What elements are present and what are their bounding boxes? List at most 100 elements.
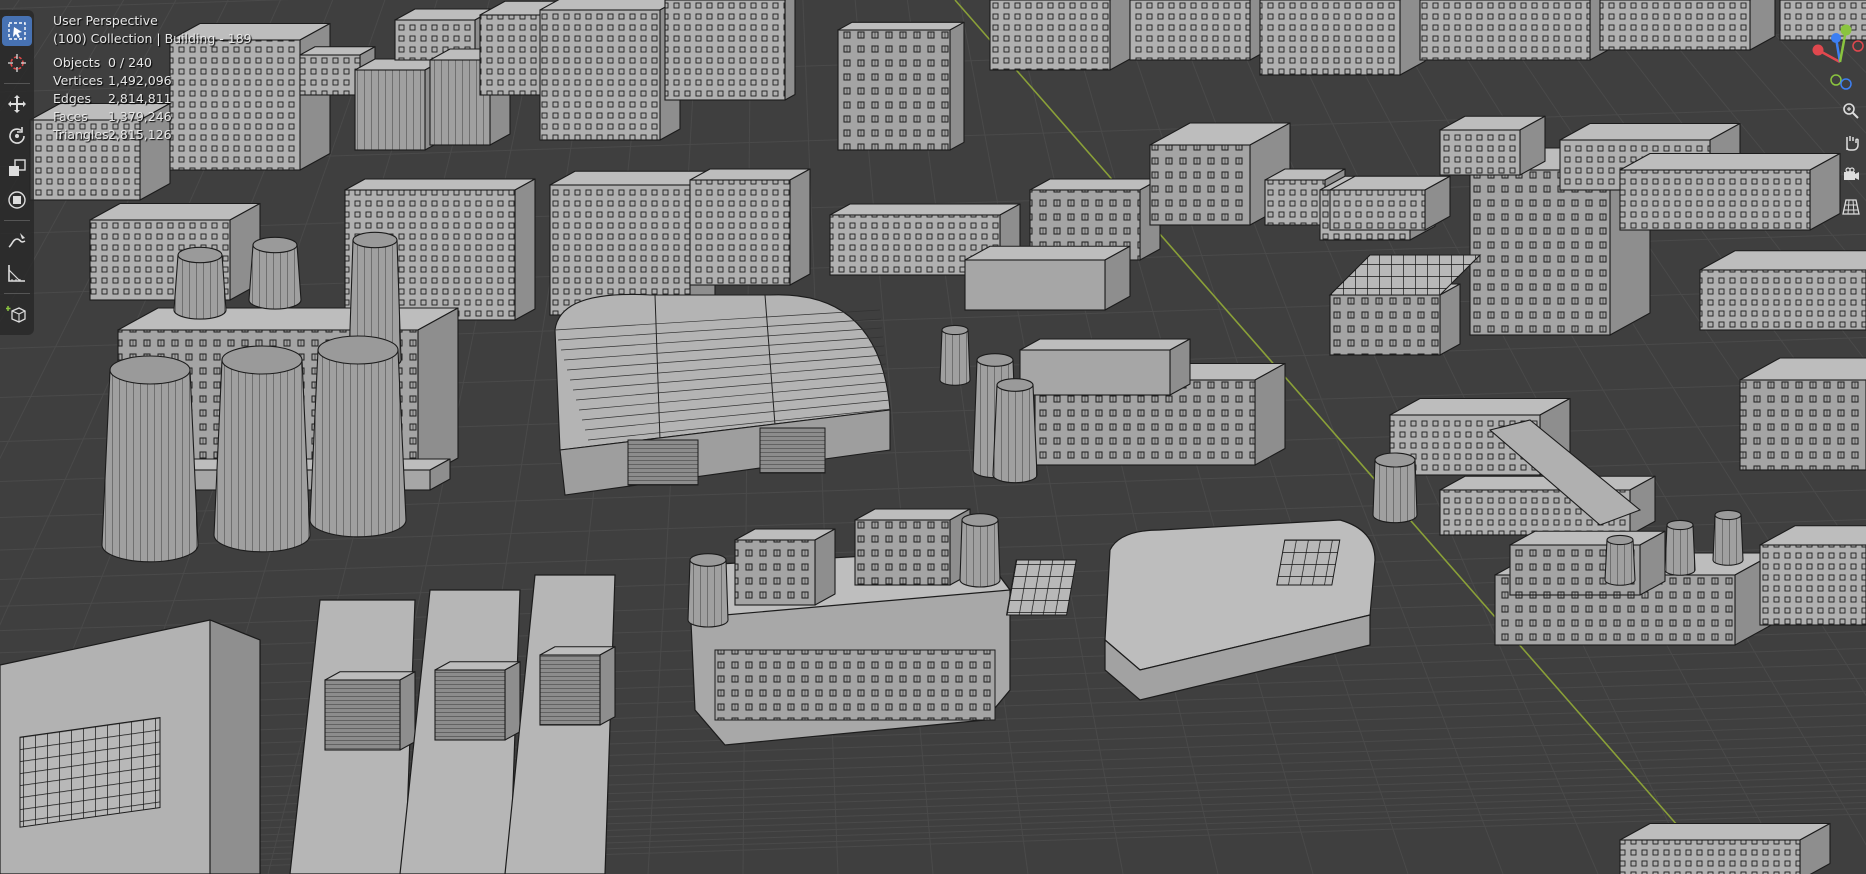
front-wall	[1619, 169, 1811, 231]
roof	[1619, 822, 1831, 841]
stack-body	[309, 349, 407, 538]
roof	[539, 0, 680, 11]
cursor-tool[interactable]	[2, 48, 32, 78]
edge-building	[1759, 525, 1866, 626]
scale-tool[interactable]	[2, 153, 32, 183]
zoom-button[interactable]	[1838, 98, 1864, 124]
stat-label: Objects	[53, 55, 101, 70]
chimney-stack	[1372, 452, 1418, 524]
navigation-gizmo[interactable]	[1806, 20, 1866, 90]
roof	[1739, 357, 1866, 381]
stack-body	[213, 359, 311, 553]
camera-view-button[interactable]	[1838, 162, 1864, 188]
front-wall	[734, 539, 816, 606]
side-wall	[504, 661, 521, 741]
grid-line	[0, 775, 1866, 837]
grid-line	[0, 813, 1866, 874]
viewport-info-overlay: User Perspective (100) Collection | Buil…	[53, 12, 252, 144]
scale-icon	[9, 159, 26, 176]
side-wall	[1439, 283, 1461, 356]
annotate-tool[interactable]	[2, 226, 32, 256]
grid-line	[0, 724, 1866, 786]
stat-label: Edges	[53, 91, 91, 106]
stack-body	[1604, 539, 1636, 586]
y-axis-handle[interactable]	[1840, 24, 1852, 36]
front-wall	[1759, 544, 1866, 626]
front-wall	[964, 259, 1106, 311]
grid-line	[0, 752, 1866, 814]
viewport-nav-controls	[1836, 92, 1866, 226]
front-wall	[1149, 144, 1251, 226]
stack-top	[961, 513, 999, 527]
viewport-scene[interactable]	[0, 0, 1866, 874]
stat-value: 1,492,096	[108, 73, 172, 88]
front-wall	[1259, 0, 1401, 76]
side-wall	[399, 671, 416, 751]
octagon-tower	[837, 21, 965, 151]
measure-tool[interactable]	[2, 258, 32, 288]
bg-building	[1129, 0, 1271, 61]
neg-z-axis-handle[interactable]	[1840, 78, 1852, 90]
move-icon	[8, 95, 26, 113]
roof	[117, 307, 459, 331]
transform-tool[interactable]	[2, 185, 32, 215]
camera-icon	[1844, 167, 1859, 180]
side-wall	[1109, 0, 1131, 71]
add-cube-tool[interactable]	[2, 299, 32, 329]
bg-building	[1419, 0, 1616, 61]
grid-line	[0, 744, 1866, 806]
buildings-layer	[0, 0, 1866, 874]
z-axis-handle[interactable]	[1831, 33, 1841, 43]
grid-line	[0, 760, 1866, 822]
cursor-icon	[8, 54, 26, 72]
stack-body	[959, 519, 1001, 588]
warehouse-side	[209, 619, 261, 874]
stat-value: 1,379,246	[108, 109, 172, 124]
roof	[344, 178, 536, 191]
side-wall	[949, 21, 965, 151]
stack-top	[996, 378, 1034, 392]
3d-viewport[interactable]: User Perspective (100) Collection | Buil…	[0, 0, 1866, 874]
side-wall	[599, 646, 616, 726]
bg-building	[539, 0, 681, 141]
roof	[1619, 152, 1841, 171]
pan-button[interactable]	[1838, 130, 1864, 156]
roof	[1699, 250, 1866, 271]
grid-line	[0, 801, 1866, 863]
select-box-tool[interactable]	[2, 16, 32, 46]
front-wall	[1739, 379, 1866, 471]
bg-building	[664, 0, 796, 101]
x-axis-handle[interactable]	[1812, 44, 1824, 56]
neg-x-axis-handle[interactable]	[1852, 40, 1864, 52]
side-wall	[299, 22, 331, 171]
roof	[829, 203, 1021, 216]
chimney-stack	[1712, 509, 1744, 566]
side-wall	[417, 307, 459, 481]
hangar-door	[627, 439, 699, 486]
bg-building	[1259, 0, 1426, 76]
front-wall	[1599, 0, 1751, 51]
chimney-stack	[248, 236, 302, 310]
mid-building	[1619, 152, 1841, 231]
rotate-tool[interactable]	[2, 121, 32, 151]
move-tool[interactable]	[2, 89, 32, 119]
front-wall	[539, 654, 601, 726]
pan-hand-icon	[1846, 136, 1859, 151]
front-wall	[1699, 269, 1866, 331]
front-wall	[1439, 129, 1521, 176]
foreground-building	[1619, 822, 1831, 874]
stack-top	[352, 231, 398, 249]
grid-line	[0, 807, 1866, 869]
stack-top	[221, 345, 303, 375]
stack-body	[992, 384, 1038, 484]
toolbar-divider	[4, 83, 30, 84]
front-wall	[837, 29, 951, 151]
neg-y-axis-handle[interactable]	[1830, 74, 1842, 86]
front-wall	[689, 179, 791, 286]
stack-body	[1712, 514, 1744, 566]
garage-unit	[434, 661, 521, 741]
front-wall	[434, 669, 506, 741]
front-wall	[664, 0, 786, 101]
stack-body	[1372, 459, 1418, 524]
perspective-toggle-button[interactable]	[1838, 194, 1864, 220]
